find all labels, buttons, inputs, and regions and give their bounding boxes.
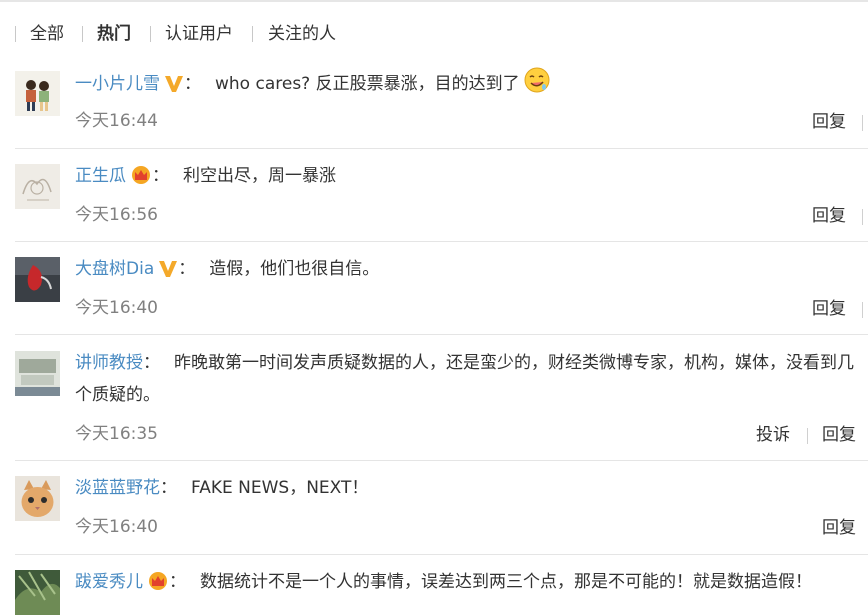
comment-text: 造假，他们也很自信。 <box>209 259 380 279</box>
comment-colon: ： <box>169 572 186 592</box>
comment-username[interactable]: 跋爱秀儿 <box>75 572 143 592</box>
reply-button[interactable]: 回复 <box>812 297 846 321</box>
action-separator <box>862 115 863 131</box>
avatar[interactable] <box>15 164 60 209</box>
comment-content: 淡蓝蓝野花： FAKE NEWS，NEXT！ <box>75 472 868 504</box>
filter-separator <box>150 26 151 42</box>
report-button[interactable]: 投诉 <box>756 423 790 447</box>
comment-divider <box>15 460 868 461</box>
comment-time: 今天16:35 <box>75 424 158 444</box>
comment-text: 数据统计不是一个人的事情，误差达到两三个点，那是不可能的！就是数据造假！ <box>200 572 812 592</box>
comment-text: 昨晚敢第一时间发声质疑数据的人，还是蛮少的，财经类微博专家，机构，媒体，没看到几… <box>75 353 854 405</box>
reply-button[interactable]: 回复 <box>822 423 856 447</box>
comment-divider <box>15 148 868 149</box>
action-separator <box>862 209 863 225</box>
comment-content: 正生瓜 ： 利空出尽，周一暴涨 <box>75 160 868 196</box>
reply-button[interactable]: 回复 <box>812 204 846 228</box>
comment-username[interactable]: 淡蓝蓝野花 <box>75 478 160 498</box>
comment-content: 大盘树Dia ： 造假，他们也很自信。 <box>75 253 868 289</box>
comment-colon: ： <box>143 353 160 373</box>
avatar[interactable] <box>15 476 60 521</box>
filter-separator <box>82 26 83 42</box>
action-separator <box>862 302 863 318</box>
filter-separator <box>252 26 253 42</box>
crown-icon[interactable] <box>147 570 169 602</box>
comment-username[interactable]: 讲师教授 <box>75 353 143 373</box>
avatar[interactable] <box>15 351 60 396</box>
comment-divider <box>15 241 868 242</box>
filter-tab-following[interactable]: 关注的人 <box>268 22 336 46</box>
comment-text: FAKE NEWS，NEXT！ <box>191 478 369 498</box>
comment-username[interactable]: 正生瓜 <box>75 166 126 186</box>
comment-content: 一小片儿雪 ： who cares? 反正股票暴涨，目的达到了 <box>75 67 868 104</box>
comment-colon: ： <box>184 74 201 94</box>
comment-text: 利空出尽，周一暴涨 <box>183 166 336 186</box>
avatar[interactable] <box>15 570 60 615</box>
filter-separator <box>15 26 16 42</box>
reply-button[interactable]: 回复 <box>812 110 846 134</box>
comment-colon: ： <box>152 166 169 186</box>
avatar[interactable] <box>15 71 60 116</box>
comment-divider <box>15 554 868 555</box>
comment-text: who cares? 反正股票暴涨，目的达到了 <box>215 74 520 94</box>
comment-colon: ： <box>178 259 196 279</box>
comment-time: 今天16:44 <box>75 111 158 131</box>
comment-colon: ： <box>160 478 177 498</box>
comment-time: 今天16:40 <box>75 517 158 537</box>
v-icon[interactable] <box>158 257 178 289</box>
drooling-face-icon <box>524 67 550 104</box>
filter-tab-all[interactable]: 全部 <box>30 22 64 46</box>
comment-username[interactable]: 大盘树Dia <box>75 259 154 279</box>
comment-username[interactable]: 一小片儿雪 <box>75 74 160 94</box>
avatar[interactable] <box>15 257 60 302</box>
comment-time: 今天16:56 <box>75 205 158 225</box>
v-icon[interactable] <box>164 72 184 104</box>
action-separator <box>807 428 808 444</box>
filter-tab-verified[interactable]: 认证用户 <box>165 22 233 46</box>
filter-tab-hot[interactable]: 热门 <box>97 22 131 46</box>
comment-content: 跋爱秀儿 ： 数据统计不是一个人的事情，误差达到两三个点，那是不可能的！就是数据造假… <box>75 566 868 602</box>
comment-divider <box>15 334 868 335</box>
reply-button[interactable]: 回复 <box>822 516 856 540</box>
crown-icon[interactable] <box>130 164 152 196</box>
comment-filter-bar: 全部 热门 认证用户 关注的人 <box>0 0 868 68</box>
comment-content: 讲师教授： 昨晚敢第一时间发声质疑数据的人，还是蛮少的，财经类微博专家，机构，媒体… <box>75 347 868 411</box>
comment-time: 今天16:40 <box>75 298 158 318</box>
